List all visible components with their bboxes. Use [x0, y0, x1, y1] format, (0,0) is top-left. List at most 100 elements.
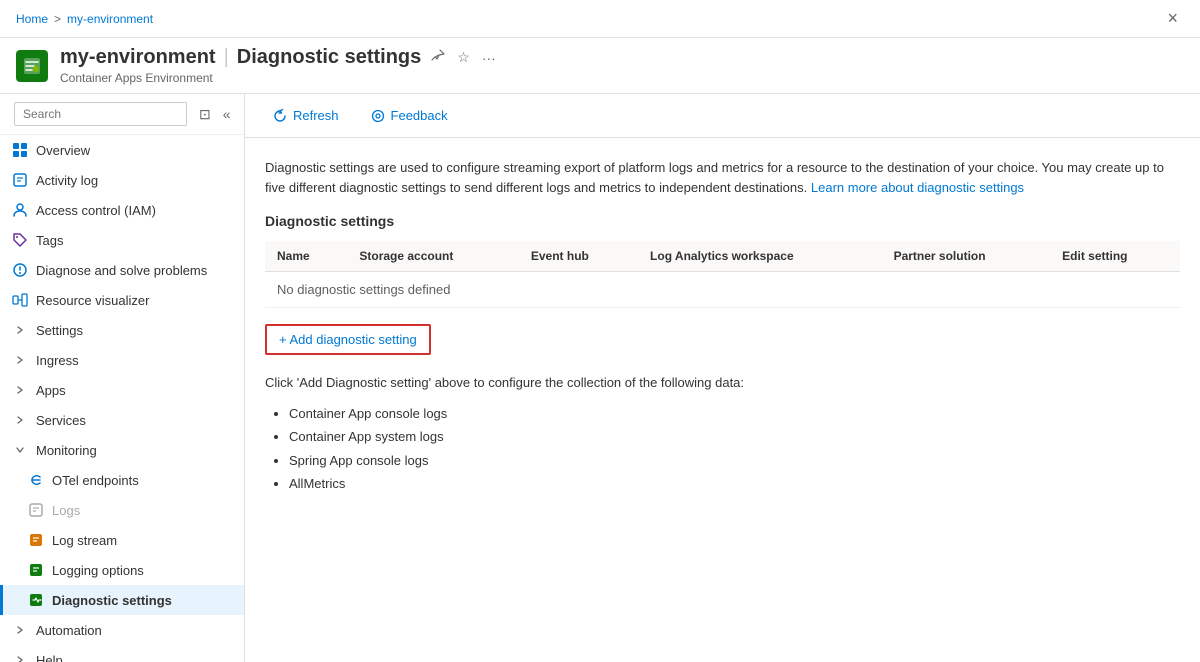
ingress-expand-icon	[12, 352, 28, 368]
table-header-row: Name Storage account Event hub Log Analy…	[265, 241, 1180, 272]
table-body: No diagnostic settings defined	[265, 272, 1180, 308]
sidebar-nav: Overview Activity log Access control (IA…	[0, 135, 244, 662]
monitoring-expand-icon	[12, 442, 28, 458]
learn-more-link[interactable]: Learn more about diagnostic settings	[811, 180, 1024, 195]
add-setting-label: + Add diagnostic setting	[279, 332, 417, 347]
settings-expand-icon	[12, 322, 28, 338]
logs-icon	[28, 502, 44, 518]
tags-icon	[12, 232, 28, 248]
breadcrumb-home[interactable]: Home	[16, 12, 48, 26]
list-item-1: Container App console logs	[289, 402, 1180, 425]
iam-icon	[12, 202, 28, 218]
sidebar-item-help[interactable]: Help	[0, 645, 244, 662]
expand-button[interactable]: ⊡	[195, 104, 215, 125]
sidebar-item-logs: Logs	[0, 495, 244, 525]
diagnostic-settings-icon	[28, 592, 44, 608]
favorite-button[interactable]: ☆	[455, 47, 472, 68]
toolbar: Refresh Feedback	[245, 94, 1200, 138]
col-edit: Edit setting	[1050, 241, 1180, 272]
sidebar-item-tags[interactable]: Tags	[0, 225, 244, 255]
sidebar-item-services-label: Services	[36, 413, 86, 428]
sidebar-item-services[interactable]: Services	[0, 405, 244, 435]
col-storage: Storage account	[347, 241, 519, 272]
sidebar: ⊡ « Overview Activity log	[0, 94, 245, 662]
refresh-button[interactable]: Refresh	[265, 104, 347, 127]
sidebar-item-iam[interactable]: Access control (IAM)	[0, 195, 244, 225]
sidebar-item-activity-log[interactable]: Activity log	[0, 165, 244, 195]
col-partner: Partner solution	[882, 241, 1051, 272]
sidebar-item-logging-options[interactable]: Logging options	[0, 555, 244, 585]
refresh-label: Refresh	[293, 108, 339, 123]
feedback-button[interactable]: Feedback	[363, 104, 456, 127]
feedback-label: Feedback	[391, 108, 448, 123]
apps-expand-icon	[12, 382, 28, 398]
resource-title: my-environment | Diagnostic settings ☆ ·…	[60, 46, 1184, 69]
sidebar-item-diagnostic-settings[interactable]: Diagnostic settings	[0, 585, 244, 615]
feedback-icon	[371, 109, 385, 123]
no-settings-message: No diagnostic settings defined	[265, 272, 1180, 308]
sidebar-item-apps[interactable]: Apps	[0, 375, 244, 405]
sidebar-search-container: ⊡ «	[0, 94, 244, 135]
visualizer-icon	[12, 292, 28, 308]
close-button[interactable]: ×	[1161, 6, 1184, 31]
click-instruction-text: Click 'Add Diagnostic setting' above to …	[265, 375, 744, 390]
sidebar-item-logs-label: Logs	[52, 503, 80, 518]
sidebar-item-settings-label: Settings	[36, 323, 83, 338]
logstream-icon	[28, 532, 44, 548]
sidebar-item-monitoring[interactable]: Monitoring	[0, 435, 244, 465]
sidebar-item-logging-options-label: Logging options	[52, 563, 144, 578]
sidebar-item-overview-label: Overview	[36, 143, 90, 158]
data-list: Container App console logs Container App…	[265, 402, 1180, 496]
sidebar-item-ingress[interactable]: Ingress	[0, 345, 244, 375]
sidebar-item-help-label: Help	[36, 653, 63, 662]
content-area: Refresh Feedback Diagnostic settings are…	[245, 94, 1200, 662]
resource-title-block: my-environment | Diagnostic settings ☆ ·…	[60, 46, 1184, 85]
collapse-button[interactable]: «	[219, 104, 235, 124]
diagnose-icon	[12, 262, 28, 278]
title-icons: ☆ ···	[429, 47, 498, 68]
page-title: Diagnostic settings	[237, 46, 421, 69]
sidebar-item-monitoring-label: Monitoring	[36, 443, 97, 458]
sidebar-item-ingress-label: Ingress	[36, 353, 79, 368]
diagnostic-settings-section-title: Diagnostic settings	[265, 213, 1180, 229]
sidebar-item-log-stream[interactable]: Log stream	[0, 525, 244, 555]
list-item-3: Spring App console logs	[289, 449, 1180, 472]
sidebar-action-buttons: ⊡ «	[195, 104, 235, 125]
col-eventhub: Event hub	[519, 241, 638, 272]
sidebar-item-overview[interactable]: Overview	[0, 135, 244, 165]
sidebar-item-diagnose[interactable]: Diagnose and solve problems	[0, 255, 244, 285]
sidebar-item-tags-label: Tags	[36, 233, 63, 248]
resource-icon	[16, 50, 48, 82]
more-button[interactable]: ···	[480, 48, 498, 68]
resource-name: my-environment	[60, 46, 216, 69]
sidebar-item-iam-label: Access control (IAM)	[36, 203, 156, 218]
sidebar-item-otel-endpoints[interactable]: OTel endpoints	[0, 465, 244, 495]
breadcrumb-separator: >	[54, 12, 61, 26]
search-input[interactable]	[14, 102, 187, 126]
breadcrumb-current[interactable]: my-environment	[67, 12, 153, 26]
sidebar-item-apps-label: Apps	[36, 383, 66, 398]
table-header: Name Storage account Event hub Log Analy…	[265, 241, 1180, 272]
sidebar-item-automation-label: Automation	[36, 623, 102, 638]
sidebar-item-automation[interactable]: Automation	[0, 615, 244, 645]
overview-icon	[12, 142, 28, 158]
sidebar-item-log-stream-label: Log stream	[52, 533, 117, 548]
sidebar-item-activity-log-label: Activity log	[36, 173, 98, 188]
logging-options-icon	[28, 562, 44, 578]
resource-subtitle: Container Apps Environment	[60, 71, 1184, 85]
help-expand-icon	[12, 652, 28, 662]
sidebar-item-settings[interactable]: Settings	[0, 315, 244, 345]
activity-log-icon	[12, 172, 28, 188]
main-layout: ⊡ « Overview Activity log	[0, 94, 1200, 662]
pin-button[interactable]	[429, 47, 447, 68]
sidebar-item-resource-visualizer-label: Resource visualizer	[36, 293, 149, 308]
resource-header: my-environment | Diagnostic settings ☆ ·…	[0, 38, 1200, 94]
click-instruction: Click 'Add Diagnostic setting' above to …	[265, 375, 1180, 390]
diagnostic-settings-table: Name Storage account Event hub Log Analy…	[265, 241, 1180, 308]
add-diagnostic-setting-button[interactable]: + Add diagnostic setting	[265, 324, 431, 355]
col-name: Name	[265, 241, 347, 272]
sidebar-item-otel-endpoints-label: OTel endpoints	[52, 473, 139, 488]
sidebar-item-resource-visualizer[interactable]: Resource visualizer	[0, 285, 244, 315]
list-item-4: AllMetrics	[289, 472, 1180, 495]
otel-icon	[28, 472, 44, 488]
